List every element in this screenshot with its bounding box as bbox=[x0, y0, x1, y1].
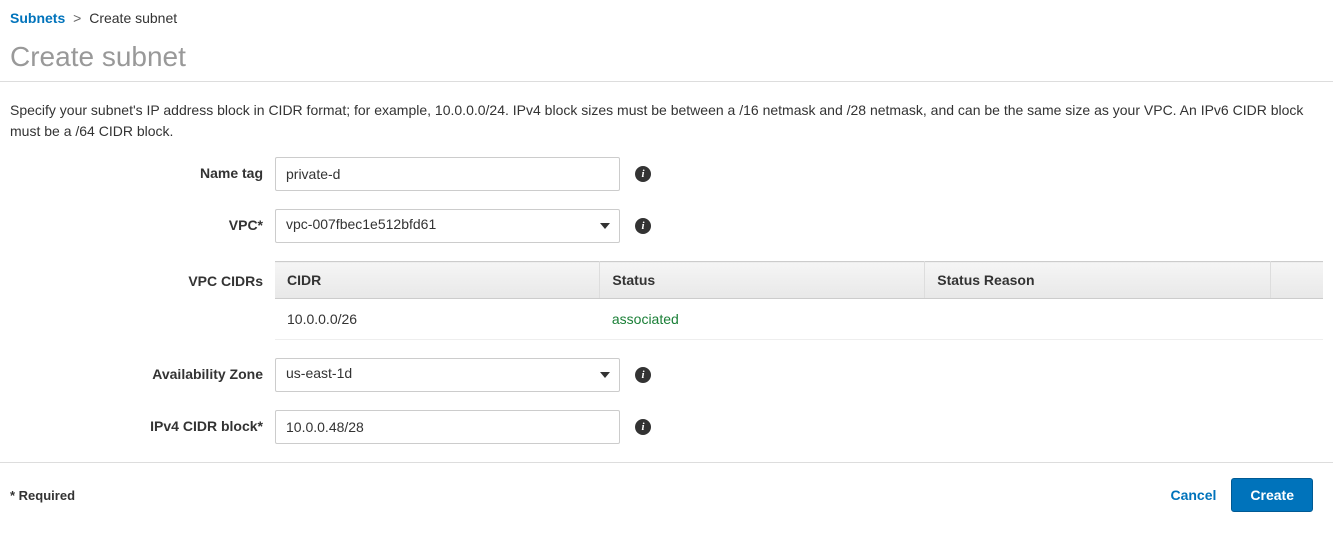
col-header-reason[interactable]: Status Reason bbox=[925, 262, 1271, 299]
breadcrumb: Subnets > Create subnet bbox=[0, 0, 1333, 31]
row-name-tag: Name tag i bbox=[10, 157, 1323, 191]
table-row: 10.0.0.0/26 associated bbox=[275, 299, 1323, 340]
row-vpc-cidrs: VPC CIDRs CIDR Status Status Reason 10.0… bbox=[10, 261, 1323, 340]
col-header-spacer bbox=[1271, 262, 1323, 299]
label-ipv4-cidr: IPv4 CIDR block* bbox=[10, 410, 275, 434]
create-button[interactable]: Create bbox=[1231, 478, 1313, 512]
vpc-cidrs-table: CIDR Status Status Reason 10.0.0.0/26 as… bbox=[275, 261, 1323, 340]
info-icon[interactable]: i bbox=[635, 218, 651, 234]
row-availability-zone: Availability Zone us-east-1d i bbox=[10, 358, 1323, 392]
label-vpc: VPC* bbox=[10, 209, 275, 233]
info-icon[interactable]: i bbox=[635, 419, 651, 435]
cell-cidr: 10.0.0.0/26 bbox=[275, 299, 600, 340]
info-icon[interactable]: i bbox=[635, 166, 651, 182]
label-vpc-cidrs: VPC CIDRs bbox=[10, 261, 275, 340]
cell-status: associated bbox=[600, 299, 925, 340]
col-header-cidr[interactable]: CIDR bbox=[275, 262, 600, 299]
cell-spacer bbox=[1271, 299, 1323, 340]
vpc-select[interactable]: vpc-007fbec1e512bfd61 bbox=[275, 209, 620, 243]
form-area: Name tag i VPC* vpc-007fbec1e512bfd61 i … bbox=[0, 157, 1333, 444]
footer-buttons: Cancel Create bbox=[1170, 478, 1313, 512]
cancel-button[interactable]: Cancel bbox=[1170, 487, 1216, 503]
required-note: * Required bbox=[10, 488, 75, 503]
name-tag-input[interactable] bbox=[275, 157, 620, 191]
label-name-tag: Name tag bbox=[10, 157, 275, 181]
ipv4-cidr-input[interactable] bbox=[275, 410, 620, 444]
info-icon[interactable]: i bbox=[635, 367, 651, 383]
breadcrumb-current: Create subnet bbox=[89, 10, 177, 26]
page-description: Specify your subnet's IP address block i… bbox=[0, 82, 1333, 157]
col-header-status[interactable]: Status bbox=[600, 262, 925, 299]
availability-zone-select[interactable]: us-east-1d bbox=[275, 358, 620, 392]
page-title: Create subnet bbox=[0, 31, 1333, 82]
cell-reason bbox=[925, 299, 1271, 340]
label-availability-zone: Availability Zone bbox=[10, 358, 275, 382]
row-ipv4-cidr: IPv4 CIDR block* i bbox=[10, 410, 1323, 444]
row-vpc: VPC* vpc-007fbec1e512bfd61 i bbox=[10, 209, 1323, 243]
breadcrumb-separator: > bbox=[73, 10, 81, 26]
breadcrumb-parent-link[interactable]: Subnets bbox=[10, 10, 65, 26]
footer: * Required Cancel Create bbox=[0, 462, 1333, 527]
